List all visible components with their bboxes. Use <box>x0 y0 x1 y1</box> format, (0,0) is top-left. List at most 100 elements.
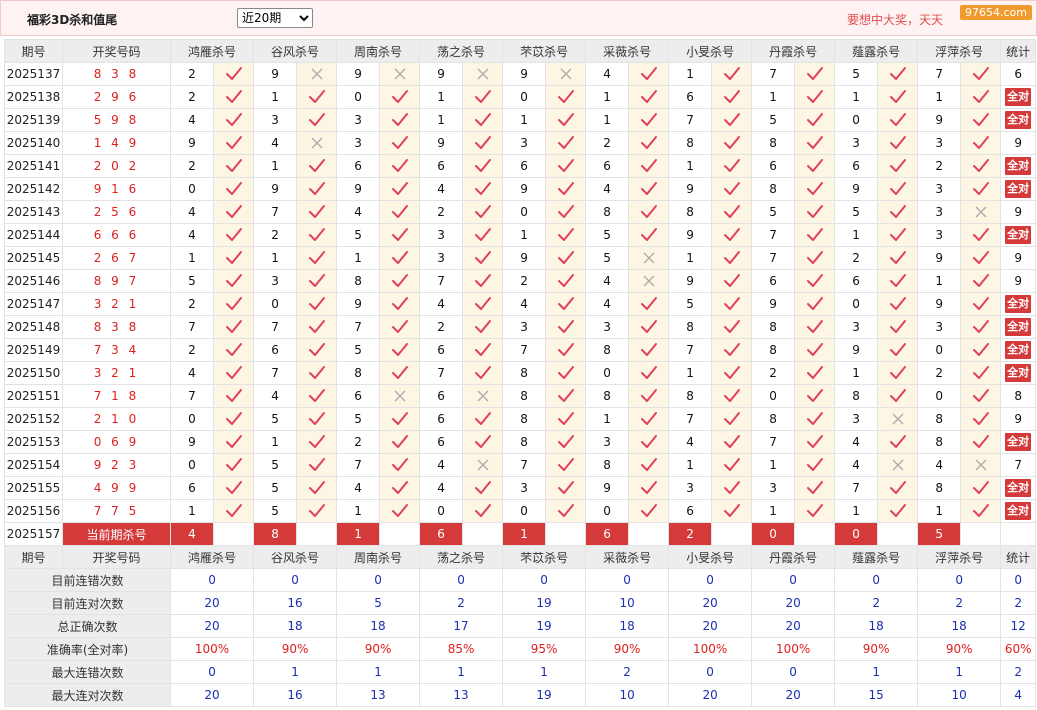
result-mark-cell <box>296 407 338 431</box>
period-select[interactable]: 近20期 <box>237 8 313 28</box>
kill-number-cell: 2 <box>170 154 214 178</box>
kill-number-cell: 9 <box>253 177 298 201</box>
result-mark-cell <box>711 108 753 132</box>
kill-number-cell: 1 <box>917 85 962 109</box>
result-mark-cell <box>794 200 836 224</box>
check-icon <box>806 481 823 494</box>
summary-value: 100% <box>668 637 753 661</box>
current-blank-cell <box>379 522 421 546</box>
kill-number-cell: 5 <box>253 476 298 500</box>
summary-value: 90% <box>336 637 421 661</box>
result-mark-cell <box>296 292 338 316</box>
summary-row: 目前连错次数 0 0 0 0 0 0 0 0 0 0 0 <box>4 568 1037 592</box>
result-mark-cell <box>462 200 504 224</box>
summary-value: 1 <box>834 660 919 684</box>
cross-icon <box>311 137 322 149</box>
result-mark-cell <box>794 315 836 339</box>
check-icon <box>225 320 242 333</box>
result-mark-cell <box>960 62 1002 86</box>
result-mark-cell <box>794 131 836 155</box>
issue-cell: 2025147 <box>4 292 63 316</box>
summary-value: 0 <box>169 660 255 684</box>
cross-icon <box>560 68 572 80</box>
result-mark-cell <box>628 407 670 431</box>
result-mark-cell <box>628 430 670 454</box>
issue-cell: 2025152 <box>4 407 63 431</box>
result-mark-cell <box>212 315 255 339</box>
result-mark-cell <box>462 223 504 247</box>
kill-number-cell: 0 <box>502 499 547 523</box>
kill-number-cell: 4 <box>419 177 464 201</box>
check-icon <box>391 435 408 448</box>
summary-value: 18 <box>585 614 670 638</box>
kill-number-cell: 5 <box>751 108 796 132</box>
result-mark-cell <box>545 200 587 224</box>
result-mark-cell <box>379 292 421 316</box>
kill-number-cell: 8 <box>585 338 630 362</box>
kill-number-cell: 4 <box>170 200 214 224</box>
issue-cell: 2025151 <box>4 384 63 408</box>
check-icon <box>640 458 657 471</box>
result-mark-cell <box>628 499 670 523</box>
result-mark-cell <box>462 453 504 477</box>
check-icon <box>391 481 408 494</box>
kill-number-cell: 9 <box>170 131 214 155</box>
summary-value: 5 <box>336 591 421 615</box>
check-icon <box>723 435 740 448</box>
check-icon <box>557 159 574 172</box>
check-icon <box>640 504 657 517</box>
result-mark-cell <box>794 246 836 270</box>
result-mark-cell <box>960 223 1002 247</box>
kill-number-cell: 3 <box>336 108 381 132</box>
issue-cell: 2025140 <box>4 131 63 155</box>
kill-number-cell: 5 <box>668 292 713 316</box>
kill-number-cell: 3 <box>253 269 298 293</box>
kill-number-cell: 6 <box>751 269 796 293</box>
kill-number-cell: 4 <box>419 476 464 500</box>
check-icon <box>474 274 491 287</box>
kill-number-cell: 7 <box>336 315 381 339</box>
kill-number-cell: 0 <box>336 85 381 109</box>
kill-number-cell: 1 <box>253 85 298 109</box>
result-mark-cell <box>212 200 255 224</box>
check-icon <box>308 90 325 103</box>
result-mark-cell <box>212 499 255 523</box>
summary-value: 10 <box>585 591 670 615</box>
result-mark-cell <box>545 361 587 385</box>
result-mark-cell <box>960 246 1002 270</box>
draw-number-cell: 0 6 9 <box>62 430 171 454</box>
kill-number-cell: 7 <box>751 62 796 86</box>
result-mark-cell <box>794 384 836 408</box>
result-mark-cell <box>711 62 753 86</box>
issue-cell: 2025155 <box>4 476 63 500</box>
result-mark-cell <box>545 315 587 339</box>
check-icon <box>557 320 574 333</box>
table-row: 2025151 7 1 87 4 6 6 8 8 8 0 8 0 8 <box>4 384 1037 408</box>
column-header-expert: 浮萍杀号 <box>917 545 1002 569</box>
kill-number-cell: 8 <box>585 453 630 477</box>
kill-number-cell: 9 <box>336 177 381 201</box>
current-blank-cell <box>877 522 919 546</box>
summary-value: 10 <box>585 683 670 707</box>
column-header-expert: 薤露杀号 <box>834 39 919 63</box>
check-icon <box>557 205 574 218</box>
result-mark-cell <box>711 499 753 523</box>
result-mark-cell <box>628 338 670 362</box>
check-icon <box>806 90 823 103</box>
check-icon <box>806 251 823 264</box>
check-icon <box>972 320 989 333</box>
result-mark-cell <box>794 430 836 454</box>
check-icon <box>723 182 740 195</box>
kill-number-cell: 9 <box>917 292 962 316</box>
draw-number-cell: 9 1 6 <box>62 177 171 201</box>
draw-number-cell: 3 2 1 <box>62 361 171 385</box>
draw-number-cell: 7 1 8 <box>62 384 171 408</box>
summary-row: 目前连对次数 20 16 5 2 19 10 20 20 2 2 2 <box>4 591 1037 615</box>
check-icon <box>723 504 740 517</box>
check-icon <box>972 182 989 195</box>
summary-value: 15 <box>834 683 919 707</box>
summary-value: 90% <box>917 637 1002 661</box>
check-icon <box>806 504 823 517</box>
result-mark-cell <box>628 476 670 500</box>
summary-value: 20 <box>668 614 753 638</box>
